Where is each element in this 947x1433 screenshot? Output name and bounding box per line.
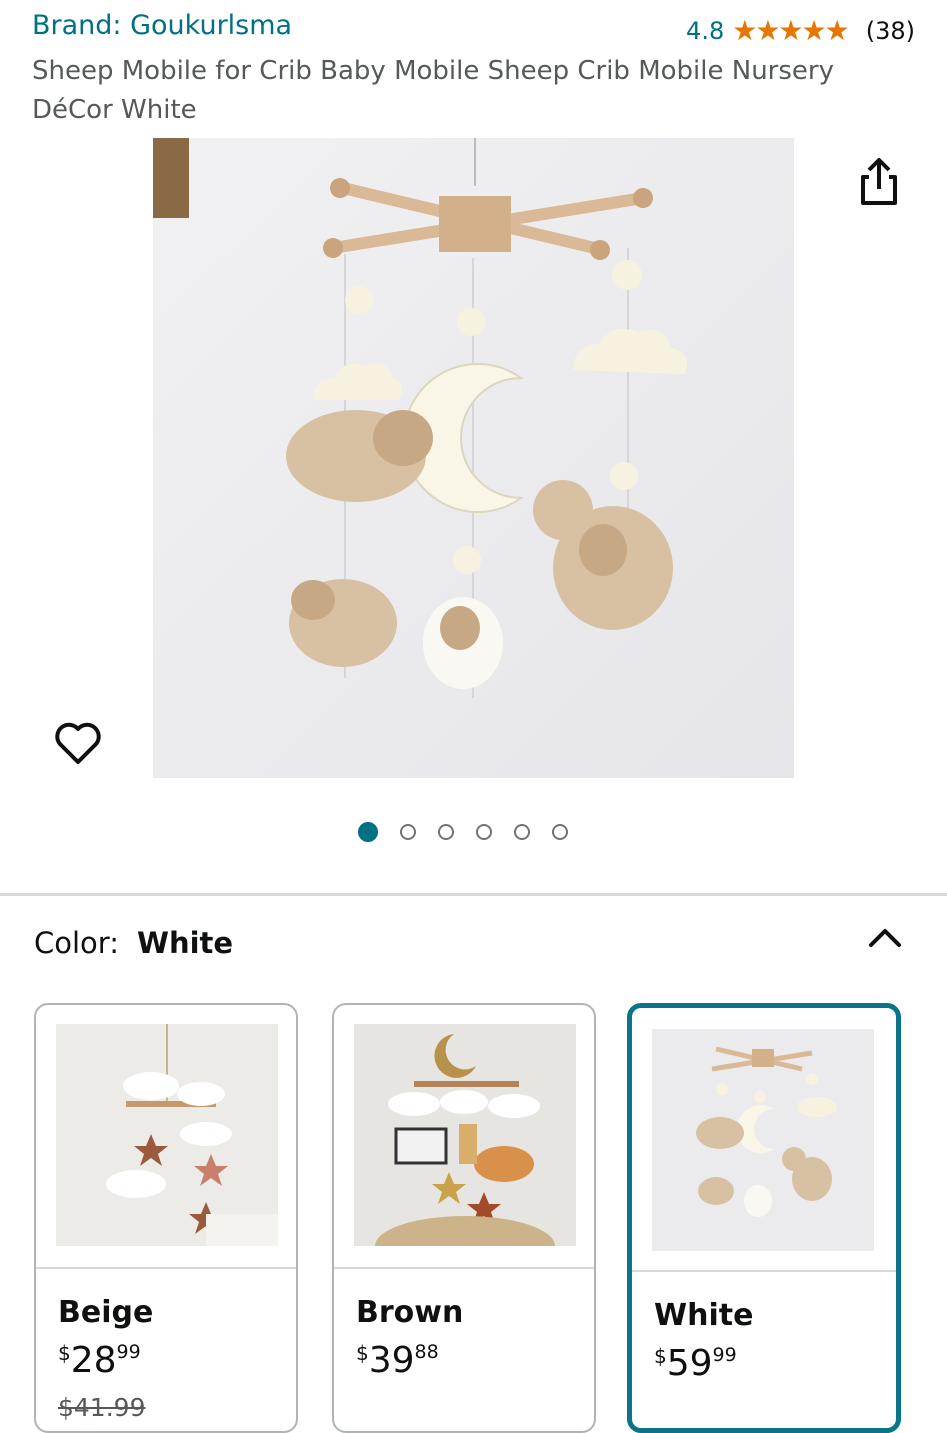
- variation-name: White: [654, 1298, 754, 1333]
- variation-name: Brown: [356, 1295, 464, 1330]
- variation-label: Color:: [34, 926, 119, 960]
- variation-selected-value: White: [136, 926, 234, 960]
- pagination-dot[interactable]: [514, 824, 530, 840]
- share-icon[interactable]: [855, 155, 903, 207]
- variation-thumbnail: [652, 1029, 874, 1251]
- pagination-dot[interactable]: [476, 824, 492, 840]
- review-count[interactable]: (38): [866, 17, 915, 45]
- pagination-dot[interactable]: [552, 824, 568, 840]
- variation-option-white[interactable]: White $5999: [627, 1003, 901, 1433]
- variation-price: $3988: [356, 1340, 439, 1381]
- variation-thumbnail: [56, 1024, 278, 1246]
- variation-name: Beige: [58, 1295, 154, 1330]
- variation-list-price: $41.99: [58, 1393, 146, 1422]
- variation-option-brown[interactable]: Brown $3988: [332, 1003, 596, 1433]
- brand-link[interactable]: Brand: Goukurlsma: [32, 10, 292, 41]
- variation-thumbnail: [354, 1024, 576, 1246]
- variation-option-beige[interactable]: Beige $2899 $41.99: [34, 1003, 298, 1433]
- rating-score: 4.8: [686, 16, 725, 45]
- rating-summary[interactable]: 4.8 ★★★★★ (38): [686, 14, 915, 47]
- product-title: Sheep Mobile for Crib Baby Mobile Sheep …: [32, 56, 834, 125]
- star-rating-icon: ★★★★★: [732, 14, 850, 47]
- section-divider: [0, 893, 947, 896]
- variation-header: Color: White: [34, 926, 233, 960]
- pagination-dot[interactable]: [438, 824, 454, 840]
- chevron-up-icon[interactable]: [866, 922, 904, 952]
- variation-price: $2899: [58, 1340, 141, 1381]
- product-main-image[interactable]: [153, 138, 794, 778]
- image-pagination[interactable]: [358, 822, 568, 842]
- variation-price: $5999: [654, 1343, 737, 1384]
- pagination-dot[interactable]: [358, 822, 378, 842]
- pagination-dot[interactable]: [400, 824, 416, 840]
- heart-icon[interactable]: [52, 718, 104, 768]
